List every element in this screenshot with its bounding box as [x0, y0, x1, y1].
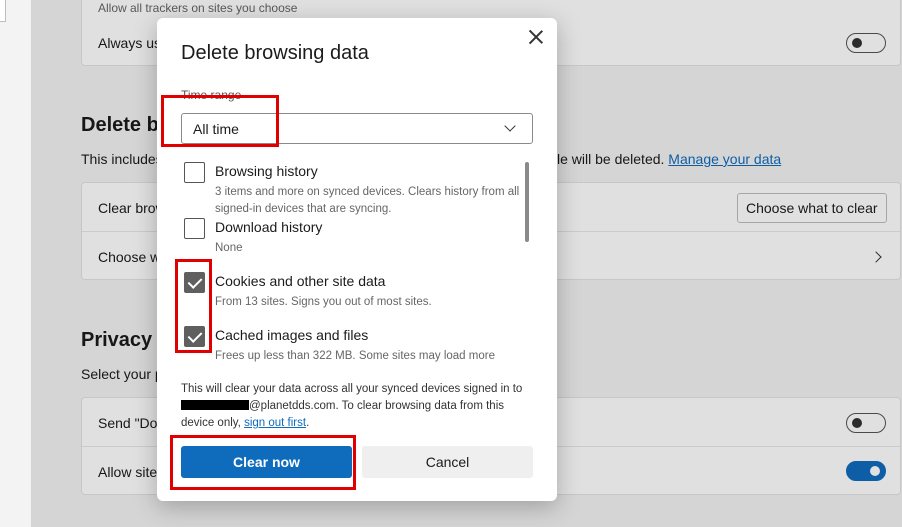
clear-now-button[interactable]: Clear now [181, 446, 352, 478]
list-item-cookies[interactable]: Cookies and other site data From 13 site… [184, 272, 524, 312]
option-desc: Frees up less than 322 MB. Some sites ma… [215, 350, 495, 362]
option-desc: None [215, 242, 243, 254]
note-end: . [306, 417, 310, 429]
option-label: Browsing history [215, 163, 318, 179]
download-history-checkbox[interactable] [184, 218, 205, 239]
data-type-list: Browsing history 3 items and more on syn… [157, 154, 547, 368]
list-scrollbar[interactable] [525, 162, 529, 242]
list-item-cached-images[interactable]: Cached images and files Frees up less th… [184, 326, 524, 366]
option-desc: From 13 sites. Signs you out of most sit… [215, 296, 432, 308]
delete-browsing-data-dialog: Delete browsing data Time range All time… [157, 18, 557, 501]
time-range-select[interactable]: All time [181, 113, 533, 144]
option-label: Download history [215, 219, 323, 235]
option-desc: 3 items and more on synced devices. Clea… [215, 186, 520, 215]
list-item-browsing-history[interactable]: Browsing history 3 items and more on syn… [184, 162, 524, 215]
rail-tab [0, 0, 6, 22]
cached-images-checkbox[interactable] [184, 326, 205, 347]
browsing-history-checkbox[interactable] [184, 162, 205, 183]
cookies-checkbox[interactable] [184, 272, 205, 293]
note-start: This will clear your data across all you… [181, 383, 523, 395]
chevron-down-icon [504, 120, 516, 132]
list-item-download-history[interactable]: Download history None [184, 218, 524, 258]
dialog-title: Delete browsing data [181, 42, 369, 64]
sync-note: This will clear your data across all you… [181, 381, 536, 432]
sign-out-link[interactable]: sign out first [244, 417, 306, 429]
close-icon[interactable] [527, 28, 545, 46]
option-label: Cookies and other site data [215, 273, 386, 289]
time-range-value: All time [193, 120, 239, 137]
option-label: Cached images and files [215, 327, 369, 343]
redacted-email [181, 400, 249, 410]
left-rail [0, 0, 32, 527]
cancel-button[interactable]: Cancel [362, 446, 533, 478]
time-range-label: Time range [181, 88, 242, 102]
